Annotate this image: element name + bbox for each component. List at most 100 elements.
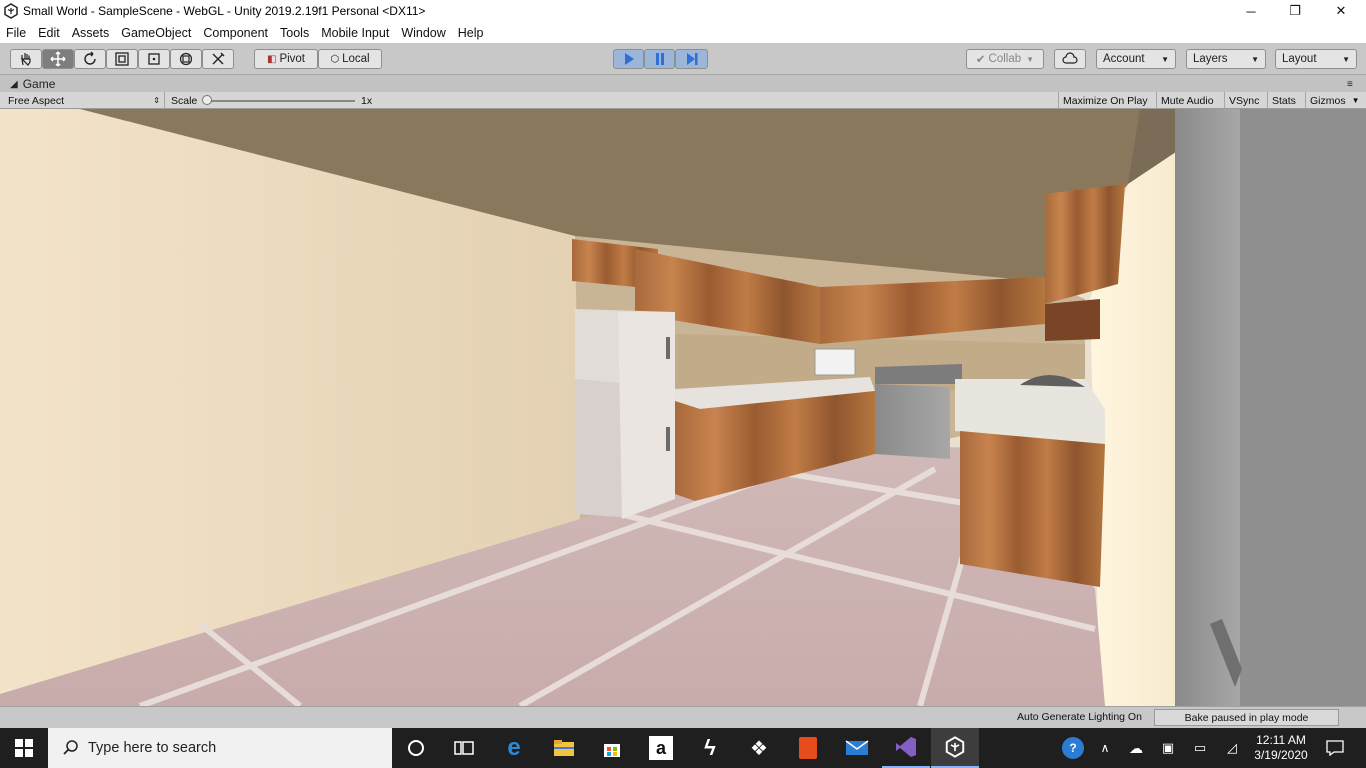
- local-toggle[interactable]: ⬡ Local: [318, 49, 382, 69]
- stats-toggle[interactable]: Stats: [1267, 92, 1300, 109]
- start-button[interactable]: [0, 728, 48, 768]
- cloud-icon: [1062, 52, 1078, 64]
- dropbox-button[interactable]: ❖: [735, 728, 783, 768]
- collab-dropdown[interactable]: ✔ Collab ▼: [966, 49, 1044, 69]
- local-icon: ⬡: [330, 53, 340, 65]
- show-hidden-icons-button[interactable]: ∧: [1094, 728, 1116, 768]
- menu-edit[interactable]: Edit: [32, 26, 66, 40]
- chevron-down-icon: ▼: [1161, 54, 1169, 64]
- visual-studio-icon: [896, 737, 916, 757]
- panel-menu-icon[interactable]: ≡: [1347, 79, 1353, 90]
- menu-assets[interactable]: Assets: [66, 26, 116, 40]
- maximize-button[interactable]: ❐: [1272, 0, 1318, 22]
- mail-button[interactable]: [833, 728, 881, 768]
- maximize-on-play-toggle[interactable]: Maximize On Play: [1058, 92, 1152, 109]
- step-icon: [686, 53, 697, 65]
- ultrasharp-button[interactable]: ϟ: [686, 728, 734, 768]
- device-tray-button[interactable]: ▣: [1156, 728, 1180, 768]
- transform-tool-button[interactable]: [170, 49, 202, 69]
- search-box[interactable]: Type here to search: [48, 728, 392, 768]
- scale-tool-button[interactable]: [106, 49, 138, 69]
- notification-icon: [1326, 740, 1344, 756]
- aspect-label: Free Aspect: [8, 94, 65, 107]
- menu-window[interactable]: Window: [395, 26, 451, 40]
- minimize-button[interactable]: ─: [1228, 0, 1274, 22]
- notifications-button[interactable]: [1320, 728, 1350, 768]
- scale-slider[interactable]: [205, 100, 355, 102]
- pause-icon: [655, 53, 664, 65]
- wifi-tray-button[interactable]: ◿: [1220, 728, 1244, 768]
- scale-slider-group: Scale 1x: [164, 92, 384, 109]
- wifi-icon: ◿: [1227, 740, 1237, 755]
- onedrive-icon: ☁: [1129, 739, 1143, 756]
- local-label: Local: [342, 53, 370, 65]
- file-explorer-icon: [554, 740, 574, 756]
- rect-tool-button[interactable]: [138, 49, 170, 69]
- layers-dropdown[interactable]: Layers ▼: [1186, 49, 1266, 69]
- scale-slider-handle[interactable]: [202, 95, 212, 105]
- microwave: [814, 348, 856, 376]
- search-placeholder: Type here to search: [88, 740, 217, 756]
- rect-tool-icon: [148, 53, 160, 65]
- windows-logo-icon: [15, 739, 33, 757]
- custom-tool-icon: [212, 52, 225, 65]
- game-viewport[interactable]: [0, 109, 1366, 706]
- rotate-tool-icon: [84, 51, 96, 65]
- pause-button[interactable]: [644, 49, 675, 69]
- menu-gameobject[interactable]: GameObject: [115, 26, 197, 40]
- close-button[interactable]: ✕: [1318, 0, 1364, 22]
- clock[interactable]: 12:11 AM 3/19/2020: [1248, 728, 1314, 768]
- custom-tool-button[interactable]: [202, 49, 234, 69]
- menu-tools[interactable]: Tools: [274, 26, 315, 40]
- store-button[interactable]: [588, 728, 636, 768]
- unity-icon: [945, 736, 965, 758]
- auto-lighting-label: Auto Generate Lighting On: [1017, 711, 1142, 723]
- hand-tool-icon: [20, 53, 31, 66]
- upper-cabinet-right-bottom: [1045, 299, 1100, 341]
- fridge-handle-top: [666, 337, 670, 359]
- pivot-label: Pivot: [279, 53, 306, 65]
- gizmos-dropdown[interactable]: Gizmos ▼: [1305, 92, 1366, 109]
- dropbox-icon: ❖: [750, 737, 768, 760]
- cloud-button[interactable]: [1054, 49, 1086, 69]
- help-tray-button[interactable]: ?: [1058, 728, 1088, 768]
- amazon-icon: a: [649, 736, 673, 760]
- status-bar: Auto Generate Lighting On Bake paused in…: [0, 706, 1366, 728]
- vsync-toggle[interactable]: VSync: [1224, 92, 1263, 109]
- chevron-down-icon: ▼: [1342, 54, 1350, 64]
- account-dropdown[interactable]: Account ▼: [1096, 49, 1176, 69]
- onedrive-tray-button[interactable]: ☁: [1124, 728, 1148, 768]
- menu-file[interactable]: File: [0, 26, 32, 40]
- step-button[interactable]: [675, 49, 708, 69]
- game-tab-icon: ◢: [10, 78, 18, 90]
- play-button[interactable]: [613, 49, 644, 69]
- bake-status: Bake paused in play mode: [1184, 711, 1309, 724]
- right-door-edge: [1175, 109, 1240, 706]
- rotate-tool-button[interactable]: [74, 49, 106, 69]
- cortana-icon: [408, 740, 424, 756]
- mute-audio-toggle[interactable]: Mute Audio: [1156, 92, 1218, 109]
- layout-dropdown[interactable]: Layout ▼: [1275, 49, 1357, 69]
- edge-button[interactable]: e: [490, 728, 538, 768]
- pivot-toggle[interactable]: ◧ Pivot: [254, 49, 318, 69]
- task-view-button[interactable]: [440, 728, 488, 768]
- aspect-dropdown[interactable]: Free Aspect ⇕: [0, 92, 164, 109]
- hand-tool-button[interactable]: [10, 49, 42, 69]
- fridge-handle-bottom: [666, 427, 670, 451]
- menu-mobile-input[interactable]: Mobile Input: [315, 26, 395, 40]
- menu-help[interactable]: Help: [452, 26, 490, 40]
- visual-studio-button[interactable]: [882, 728, 930, 768]
- search-icon: [63, 740, 78, 755]
- battery-tray-button[interactable]: ▭: [1188, 728, 1212, 768]
- unity-button[interactable]: [931, 728, 979, 768]
- office-button[interactable]: [784, 728, 832, 768]
- file-explorer-button[interactable]: [540, 728, 588, 768]
- menu-component[interactable]: Component: [197, 26, 274, 40]
- move-tool-button[interactable]: [42, 49, 74, 69]
- scale-label: Scale: [171, 94, 198, 107]
- clock-date: 3/19/2020: [1254, 748, 1308, 762]
- clock-time: 12:11 AM: [1256, 733, 1306, 747]
- amazon-button[interactable]: a: [637, 728, 685, 768]
- cortana-button[interactable]: [392, 728, 440, 768]
- tab-game[interactable]: Game: [23, 77, 56, 91]
